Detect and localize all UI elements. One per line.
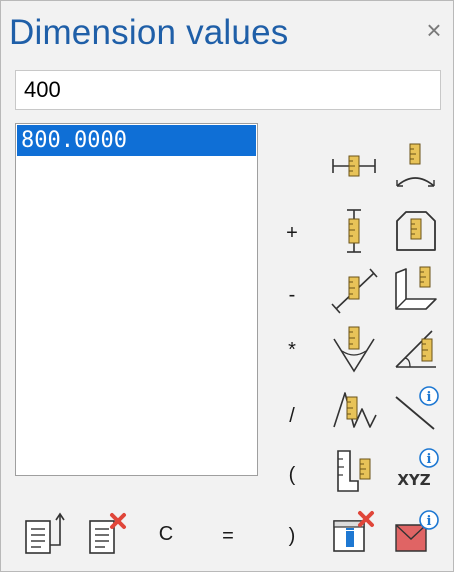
clear-info-icon[interactable] — [330, 509, 378, 557]
svg-text:i: i — [427, 452, 432, 467]
vertical-dimension-icon[interactable] — [330, 207, 378, 255]
line-info-icon[interactable]: i — [392, 385, 440, 433]
svg-text:XYZ: XYZ — [397, 471, 430, 489]
surface-info-icon[interactable]: i — [392, 509, 440, 557]
divide-button[interactable]: / — [279, 401, 305, 431]
angle-dimension-icon[interactable] — [330, 325, 378, 373]
panel-title: Dimension values — [9, 13, 289, 52]
paste-to-list-icon[interactable] — [22, 511, 70, 559]
xyz-info-icon[interactable]: i XYZ — [392, 447, 440, 495]
list-item[interactable]: 800.0000 — [17, 125, 256, 156]
equals-button[interactable]: = — [215, 521, 241, 551]
minus-button[interactable]: - — [279, 280, 305, 310]
horizontal-dimension-icon[interactable] — [330, 142, 378, 190]
dimension-values-panel: Dimension values × 800.0000 + - * / ( ) … — [0, 0, 454, 572]
multiply-button[interactable]: * — [279, 335, 305, 365]
svg-text:i: i — [427, 390, 432, 405]
close-paren-button[interactable]: ) — [279, 521, 305, 551]
delete-list-icon[interactable] — [86, 511, 134, 559]
perpendicular-dimension-icon[interactable] — [392, 265, 440, 313]
arc-dimension-icon[interactable] — [392, 142, 440, 190]
clear-button[interactable]: C — [153, 519, 179, 549]
plus-button[interactable]: + — [279, 218, 305, 248]
values-list[interactable]: 800.0000 — [15, 123, 258, 476]
open-paren-button[interactable]: ( — [279, 460, 305, 490]
perimeter-dimension-icon[interactable] — [392, 207, 440, 255]
svg-text:i: i — [427, 514, 432, 529]
close-icon[interactable]: × — [423, 17, 445, 43]
angle-measure-icon[interactable] — [392, 325, 440, 373]
value-input[interactable] — [15, 70, 441, 110]
cumulative-dimension-icon[interactable] — [330, 385, 378, 433]
height-level-icon[interactable] — [330, 447, 378, 495]
aligned-dimension-icon[interactable] — [330, 267, 378, 315]
